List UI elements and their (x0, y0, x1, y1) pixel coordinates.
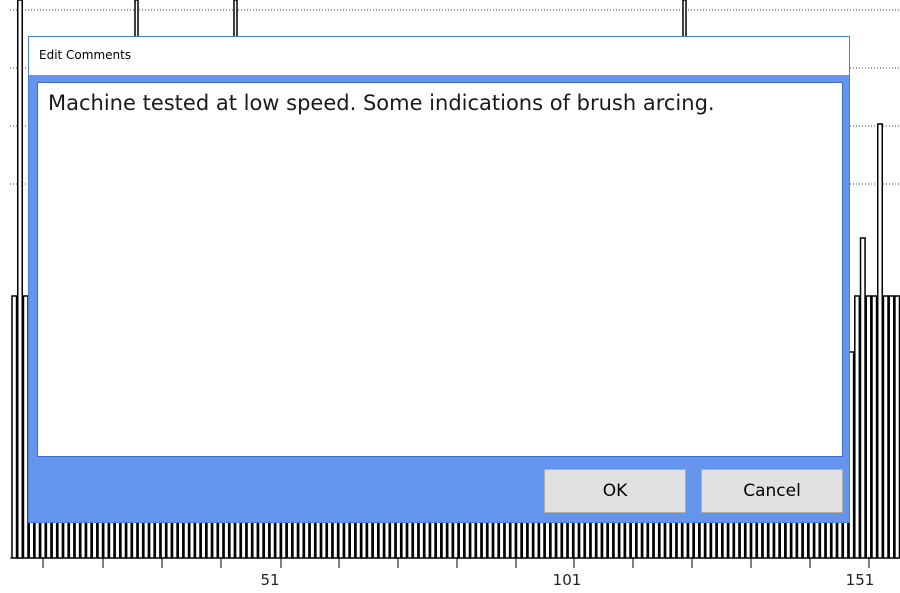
cancel-button[interactable]: Cancel (701, 469, 843, 513)
bar (876, 123, 884, 559)
bar (871, 295, 878, 559)
x-tick-label: 101 (553, 571, 582, 589)
ok-button[interactable]: OK (544, 469, 686, 513)
bar (682, 0, 687, 41)
x-tick-label: 151 (846, 571, 875, 589)
bar (894, 295, 900, 559)
comments-textarea[interactable]: Machine tested at low speed. Some indica… (37, 82, 843, 457)
bar (888, 295, 895, 559)
bar (11, 295, 18, 559)
bar (854, 295, 861, 559)
dialog-title: Edit Comments (39, 48, 132, 62)
bar (233, 0, 238, 41)
bar (865, 295, 872, 559)
bar (859, 237, 866, 559)
edit-comments-dialog: Edit Comments Machine tested at low spee… (28, 36, 850, 523)
background-application: 51 101 151 Edit Comments Machine tested at… (0, 0, 900, 593)
dialog-titlebar[interactable]: Edit Comments (29, 37, 849, 75)
bar (16, 0, 24, 559)
bar (134, 0, 139, 41)
bar (882, 295, 889, 559)
x-tick-label: 51 (260, 571, 279, 589)
